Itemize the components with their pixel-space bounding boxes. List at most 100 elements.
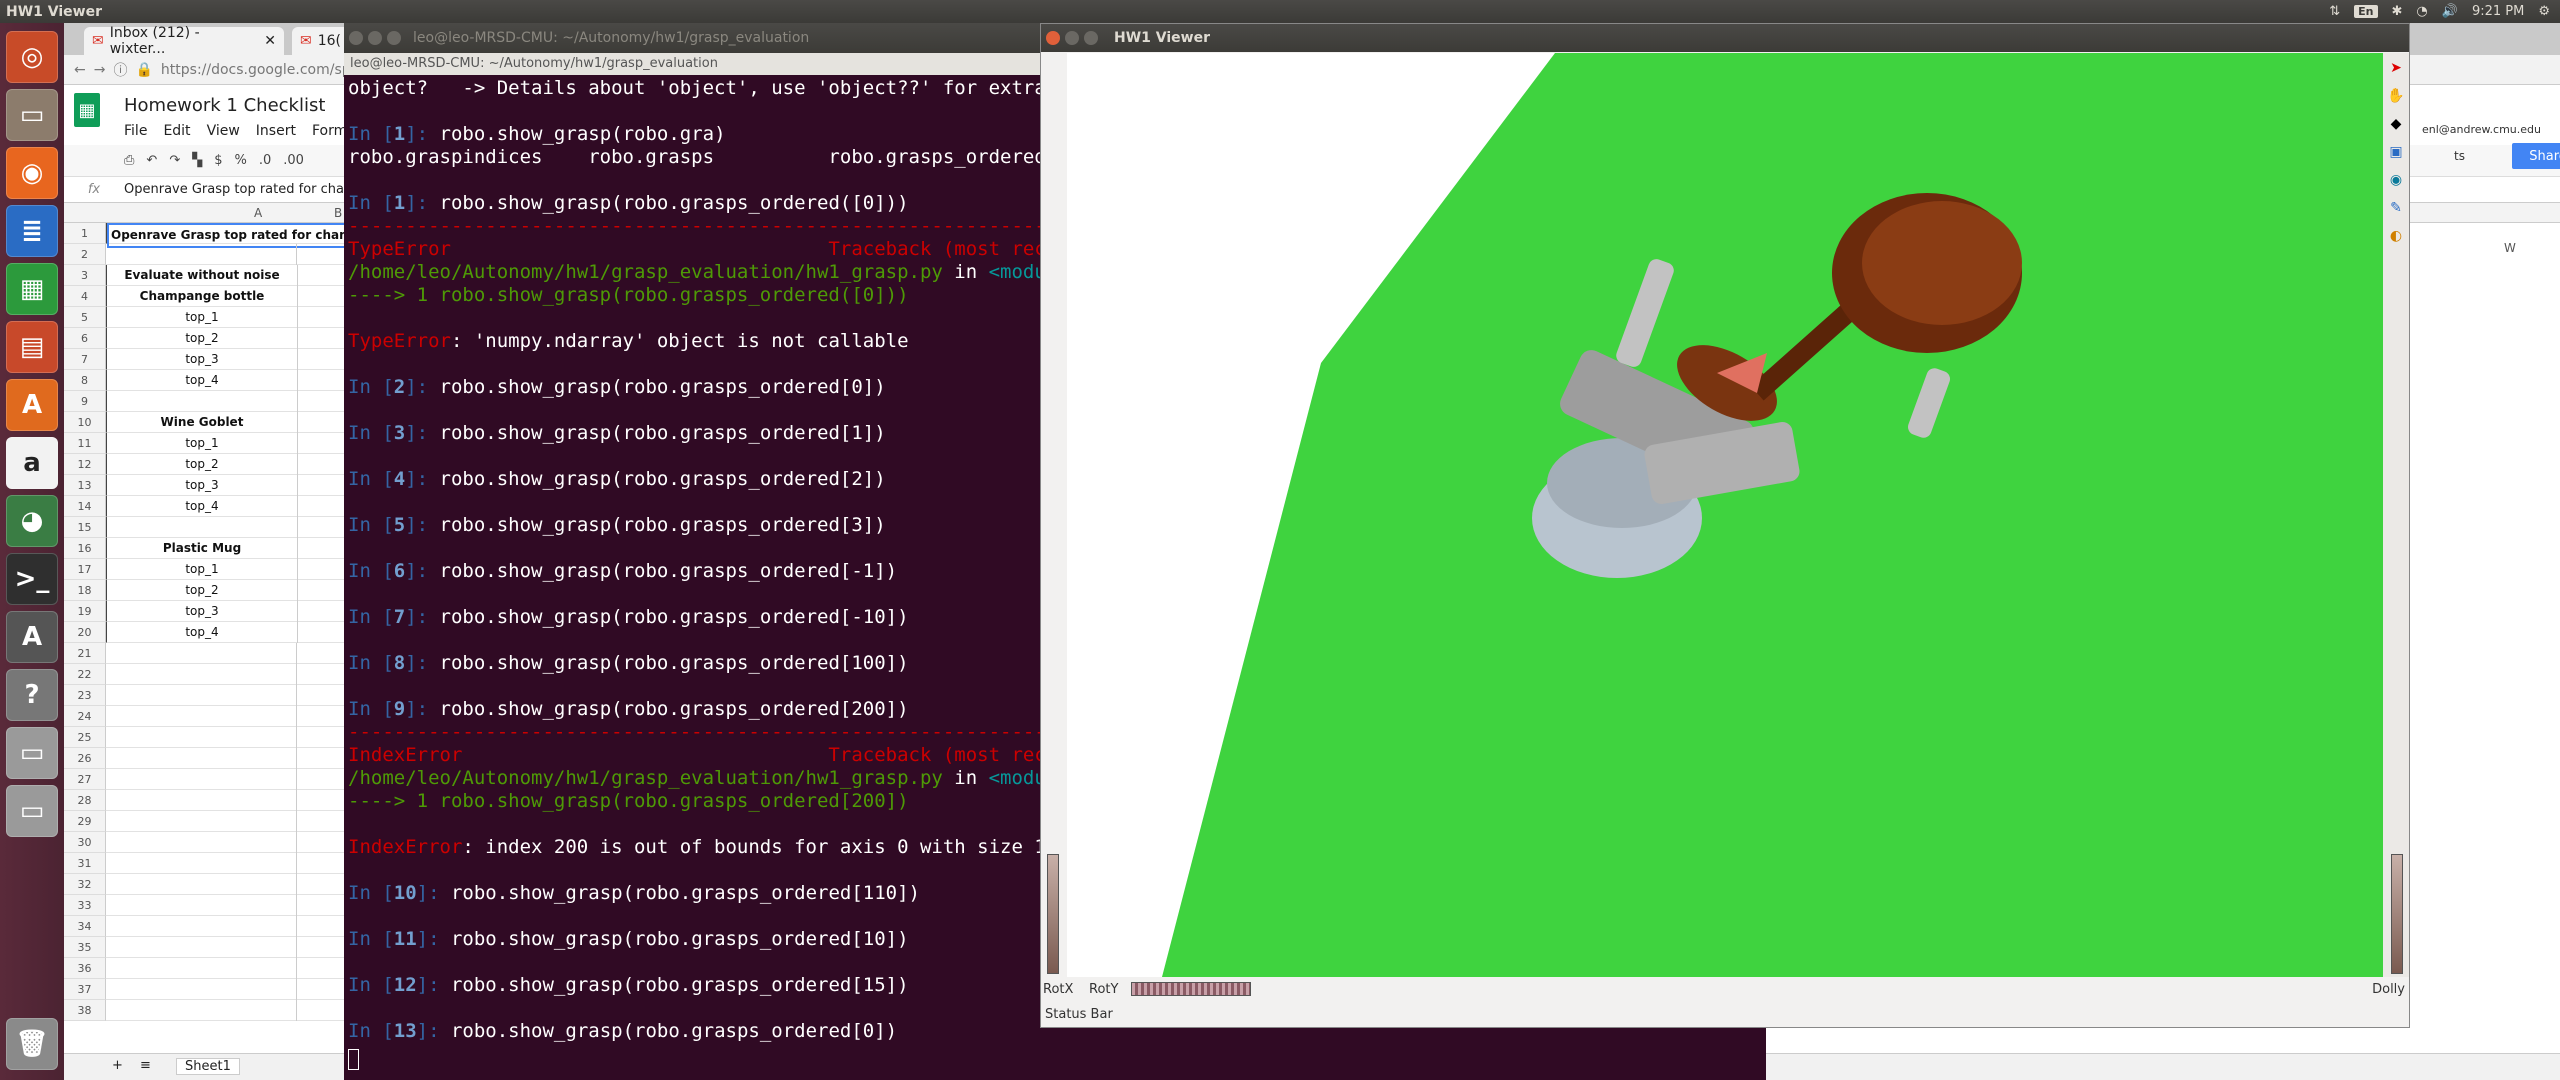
table-row[interactable]: top_4 xyxy=(106,496,360,517)
rotx-slider[interactable] xyxy=(1047,854,1059,974)
row-number[interactable]: 17 xyxy=(64,559,106,580)
eye-icon[interactable]: ◉ xyxy=(2387,171,2405,189)
sheet-tab-sheet1[interactable]: Sheet1 xyxy=(176,1058,240,1075)
table-row[interactable] xyxy=(106,853,360,874)
row-number[interactable]: 30 xyxy=(64,832,106,853)
table-row[interactable] xyxy=(106,643,360,664)
table-row[interactable] xyxy=(106,790,360,811)
table-row[interactable]: Wine Goblet xyxy=(106,412,360,433)
row-number[interactable]: 33 xyxy=(64,895,106,916)
cell-a[interactable]: top_2 xyxy=(107,328,297,349)
minimize-icon[interactable] xyxy=(368,31,382,45)
decrease-decimal-button[interactable]: .0 xyxy=(259,153,271,168)
table-row[interactable] xyxy=(106,706,360,727)
keyboard-language[interactable]: En xyxy=(2354,5,2378,18)
settings-gear-icon[interactable]: ⚙ xyxy=(2538,4,2550,19)
clock[interactable]: 9:21 PM xyxy=(2472,4,2524,19)
percent-format-button[interactable]: % xyxy=(235,153,247,168)
firefox-icon[interactable]: ◉ xyxy=(6,147,58,199)
software-center-icon[interactable]: A xyxy=(6,379,58,431)
maximize-icon[interactable] xyxy=(387,31,401,45)
table-row[interactable]: top_1 xyxy=(106,433,360,454)
row-number[interactable]: 36 xyxy=(64,958,106,979)
writer-icon[interactable]: ≣ xyxy=(6,205,58,257)
row-number[interactable]: 19 xyxy=(64,601,106,622)
table-row[interactable] xyxy=(106,832,360,853)
add-sheet-icon[interactable]: + xyxy=(112,1058,123,1073)
row-number[interactable]: 1 xyxy=(64,223,106,244)
row-number[interactable]: 16 xyxy=(64,538,106,559)
row-number[interactable]: 13 xyxy=(64,475,106,496)
paint-format-icon[interactable]: ▚ xyxy=(192,153,202,168)
redo-icon[interactable]: ↷ xyxy=(169,153,180,168)
maximize-icon[interactable] xyxy=(1084,31,1098,45)
cell-a[interactable]: top_4 xyxy=(107,496,297,517)
column-header-a[interactable]: A xyxy=(254,206,262,220)
table-row[interactable] xyxy=(106,244,360,265)
menu-view[interactable]: View xyxy=(207,123,240,139)
table-row[interactable]: top_3 xyxy=(106,475,360,496)
row-number[interactable]: 7 xyxy=(64,349,106,370)
row-number[interactable]: 9 xyxy=(64,391,106,412)
browser-tab-second[interactable]: ✉ 16( xyxy=(292,27,352,55)
row-number[interactable]: 27 xyxy=(64,769,106,790)
drive-icon[interactable]: ▭ xyxy=(6,727,58,779)
table-row[interactable]: Champange bottle xyxy=(106,286,360,307)
roty-wheel[interactable] xyxy=(1131,982,1251,996)
volume-icon[interactable]: 🔊 xyxy=(2442,4,2458,19)
table-row[interactable]: top_4 xyxy=(106,370,360,391)
table-row[interactable] xyxy=(106,769,360,790)
sheets-logo-icon[interactable]: ▦ xyxy=(74,93,100,127)
info-icon[interactable]: ⓘ xyxy=(113,60,127,80)
row-number[interactable]: 24 xyxy=(64,706,106,727)
table-row[interactable] xyxy=(106,517,360,538)
row-number[interactable]: 4 xyxy=(64,286,106,307)
table-row[interactable]: top_2 xyxy=(106,580,360,601)
help-icon[interactable]: ? xyxy=(6,669,58,721)
cell-a[interactable]: Champange bottle xyxy=(107,286,297,307)
updater-icon[interactable]: A xyxy=(6,611,58,663)
row-number[interactable]: 25 xyxy=(64,727,106,748)
pen-icon[interactable]: ✎ xyxy=(2387,199,2405,217)
cell-a[interactable]: top_2 xyxy=(107,580,297,601)
row-number[interactable]: 29 xyxy=(64,811,106,832)
table-row[interactable]: top_2 xyxy=(106,454,360,475)
row-number[interactable]: 3 xyxy=(64,265,106,286)
cell-a[interactable]: top_4 xyxy=(107,622,297,643)
forward-icon[interactable]: → xyxy=(94,62,106,78)
row-number[interactable]: 38 xyxy=(64,1000,106,1021)
sheet-list-icon[interactable]: ≡ xyxy=(140,1058,151,1073)
row-number[interactable]: 10 xyxy=(64,412,106,433)
select-arrow-icon[interactable]: ➤ xyxy=(2387,59,2405,77)
account-email[interactable]: enl@andrew.cmu.edu xyxy=(2422,123,2541,136)
increase-decimal-button[interactable]: .00 xyxy=(283,153,304,168)
3d-scene-viewport[interactable] xyxy=(1067,53,2383,977)
row-number[interactable]: 11 xyxy=(64,433,106,454)
files-icon[interactable]: ▭ xyxy=(6,89,58,141)
document-title[interactable]: Homework 1 Checklist xyxy=(124,95,325,116)
browser-tab-gmail[interactable]: ✉ Inbox (212) - wixter... ✕ xyxy=(84,25,284,57)
table-row[interactable] xyxy=(106,727,360,748)
row-number[interactable]: 8 xyxy=(64,370,106,391)
column-header-b[interactable]: B xyxy=(334,206,342,220)
row-number[interactable]: 37 xyxy=(64,979,106,1000)
table-row[interactable] xyxy=(106,685,360,706)
minimize-icon[interactable] xyxy=(1065,31,1079,45)
table-row[interactable]: Plastic Mug xyxy=(106,538,360,559)
bluetooth-icon[interactable]: ✱ xyxy=(2392,4,2403,19)
row-number[interactable]: 2 xyxy=(64,244,106,265)
share-button[interactable]: Share xyxy=(2512,143,2560,169)
column-header-w[interactable]: W xyxy=(2504,241,2516,255)
table-row[interactable]: Openrave Grasp top rated for champa xyxy=(106,223,361,248)
table-row[interactable] xyxy=(106,1000,360,1021)
row-number[interactable]: 22 xyxy=(64,664,106,685)
row-number[interactable]: 5 xyxy=(64,307,106,328)
view-icon[interactable]: ▣ xyxy=(2387,143,2405,161)
cell-a[interactable]: Wine Goblet xyxy=(107,412,297,433)
row-number[interactable]: 26 xyxy=(64,748,106,769)
drive-icon-2[interactable]: ▭ xyxy=(6,785,58,837)
trash-icon[interactable]: 🗑 xyxy=(6,1018,58,1070)
terminal-icon[interactable]: >_ xyxy=(6,553,58,605)
table-row[interactable]: top_4 xyxy=(106,622,360,643)
row-number[interactable]: 12 xyxy=(64,454,106,475)
